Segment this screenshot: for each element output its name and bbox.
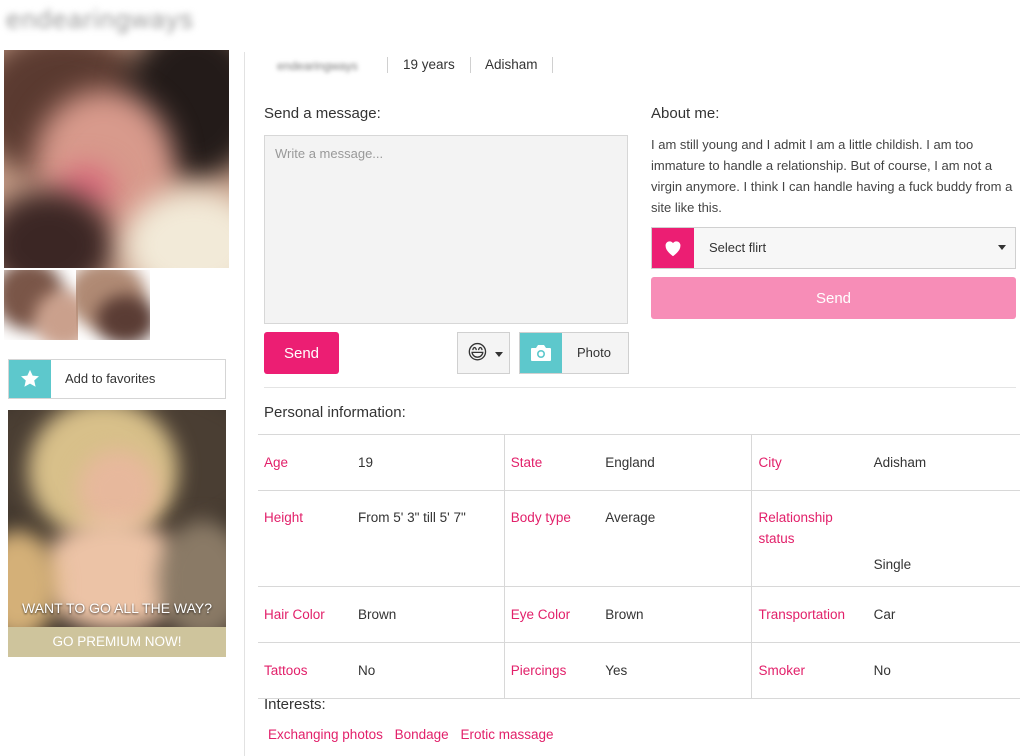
promo-image [8,410,226,627]
interest-tag[interactable]: Bondage [395,727,449,742]
about-me-text: I am still young and I admit I am a litt… [651,137,1013,215]
interest-tag[interactable]: Erotic massage [460,727,553,742]
info-label: Eye Color [503,586,606,643]
photo-thumbnail[interactable] [76,270,150,340]
table-row: Hair Color Brown Eye Color Brown Transpo… [258,586,1020,643]
table-row: Height From 5' 3" till 5' 7" Body type A… [258,490,1020,587]
info-value: Brown [605,586,752,643]
photo-label: Photo [577,345,611,360]
add-photo-button[interactable]: Photo [519,332,629,374]
table-row: Age 19 State England City Adisham [258,434,1020,491]
info-label: Smoker [751,642,874,699]
info-label: Piercings [503,642,606,699]
info-value: Yes [605,642,752,699]
add-to-favorites-label: Add to favorites [65,371,156,386]
info-value: England [605,434,752,491]
info-label: Hair Color [258,586,359,643]
heart-icon [652,228,694,268]
info-value: From 5' 3" till 5' 7" [358,490,505,587]
profile-age: 19 years [403,57,455,72]
info-value: Brown [358,586,505,643]
interest-tag[interactable]: Exchanging photos [268,727,383,742]
emoji-picker-button[interactable]: 😄 [457,332,510,374]
info-label: City [751,434,874,491]
star-icon [9,360,51,398]
chevron-down-icon [495,352,503,357]
info-value: Car [873,586,1020,643]
add-to-favorites-button[interactable]: Add to favorites [8,359,226,399]
profile-username: endearingways [277,59,358,73]
message-textarea[interactable] [264,135,628,324]
divider [552,57,553,73]
send-flirt-button[interactable]: Send [651,277,1016,319]
personal-info-heading: Personal information: [264,404,406,421]
info-label: Relationship status [751,490,874,587]
divider [387,57,388,73]
send-message-heading: Send a message: [264,105,381,122]
profile-photo[interactable] [4,50,229,268]
info-label: Tattoos [258,642,359,699]
divider [470,57,471,73]
info-label: Height [258,490,359,587]
premium-promo-banner[interactable]: WANT TO GO ALL THE WAY? GO PREMIUM NOW! [8,410,226,657]
info-label: Age [258,434,359,491]
send-message-button[interactable]: Send [264,332,339,374]
table-row: Tattoos No Piercings Yes Smoker No [258,642,1020,699]
photo-thumbnail[interactable] [4,270,78,340]
info-value: 19 [358,434,505,491]
chevron-down-icon [998,245,1006,250]
profile-city: Adisham [485,57,538,72]
section-divider [264,387,1016,388]
info-value: No [358,642,505,699]
info-label: State [503,434,606,491]
info-value: Average [605,490,752,587]
personal-info-table: Age 19 State England City Adisham Height… [258,434,1020,699]
smiley-icon: 😄 [467,342,488,364]
interests-heading: Interests: [264,696,326,713]
info-value: Adisham [873,434,1020,491]
about-me-heading: About me: [651,105,720,122]
camera-icon [520,333,562,373]
promo-caption: WANT TO GO ALL THE WAY? [21,600,213,616]
interests-list: Exchanging photos Bondage Erotic massage [268,727,561,742]
info-value: Single [873,490,1020,587]
go-premium-button[interactable]: GO PREMIUM NOW! [8,627,226,657]
info-label: Transportation [751,586,874,643]
info-label: Body type [503,490,606,587]
column-divider [244,52,245,756]
info-value: No [873,642,1020,699]
select-flirt-dropdown[interactable]: Select flirt [651,227,1016,269]
site-username: endearingways [6,4,194,34]
select-flirt-label: Select flirt [709,240,767,255]
